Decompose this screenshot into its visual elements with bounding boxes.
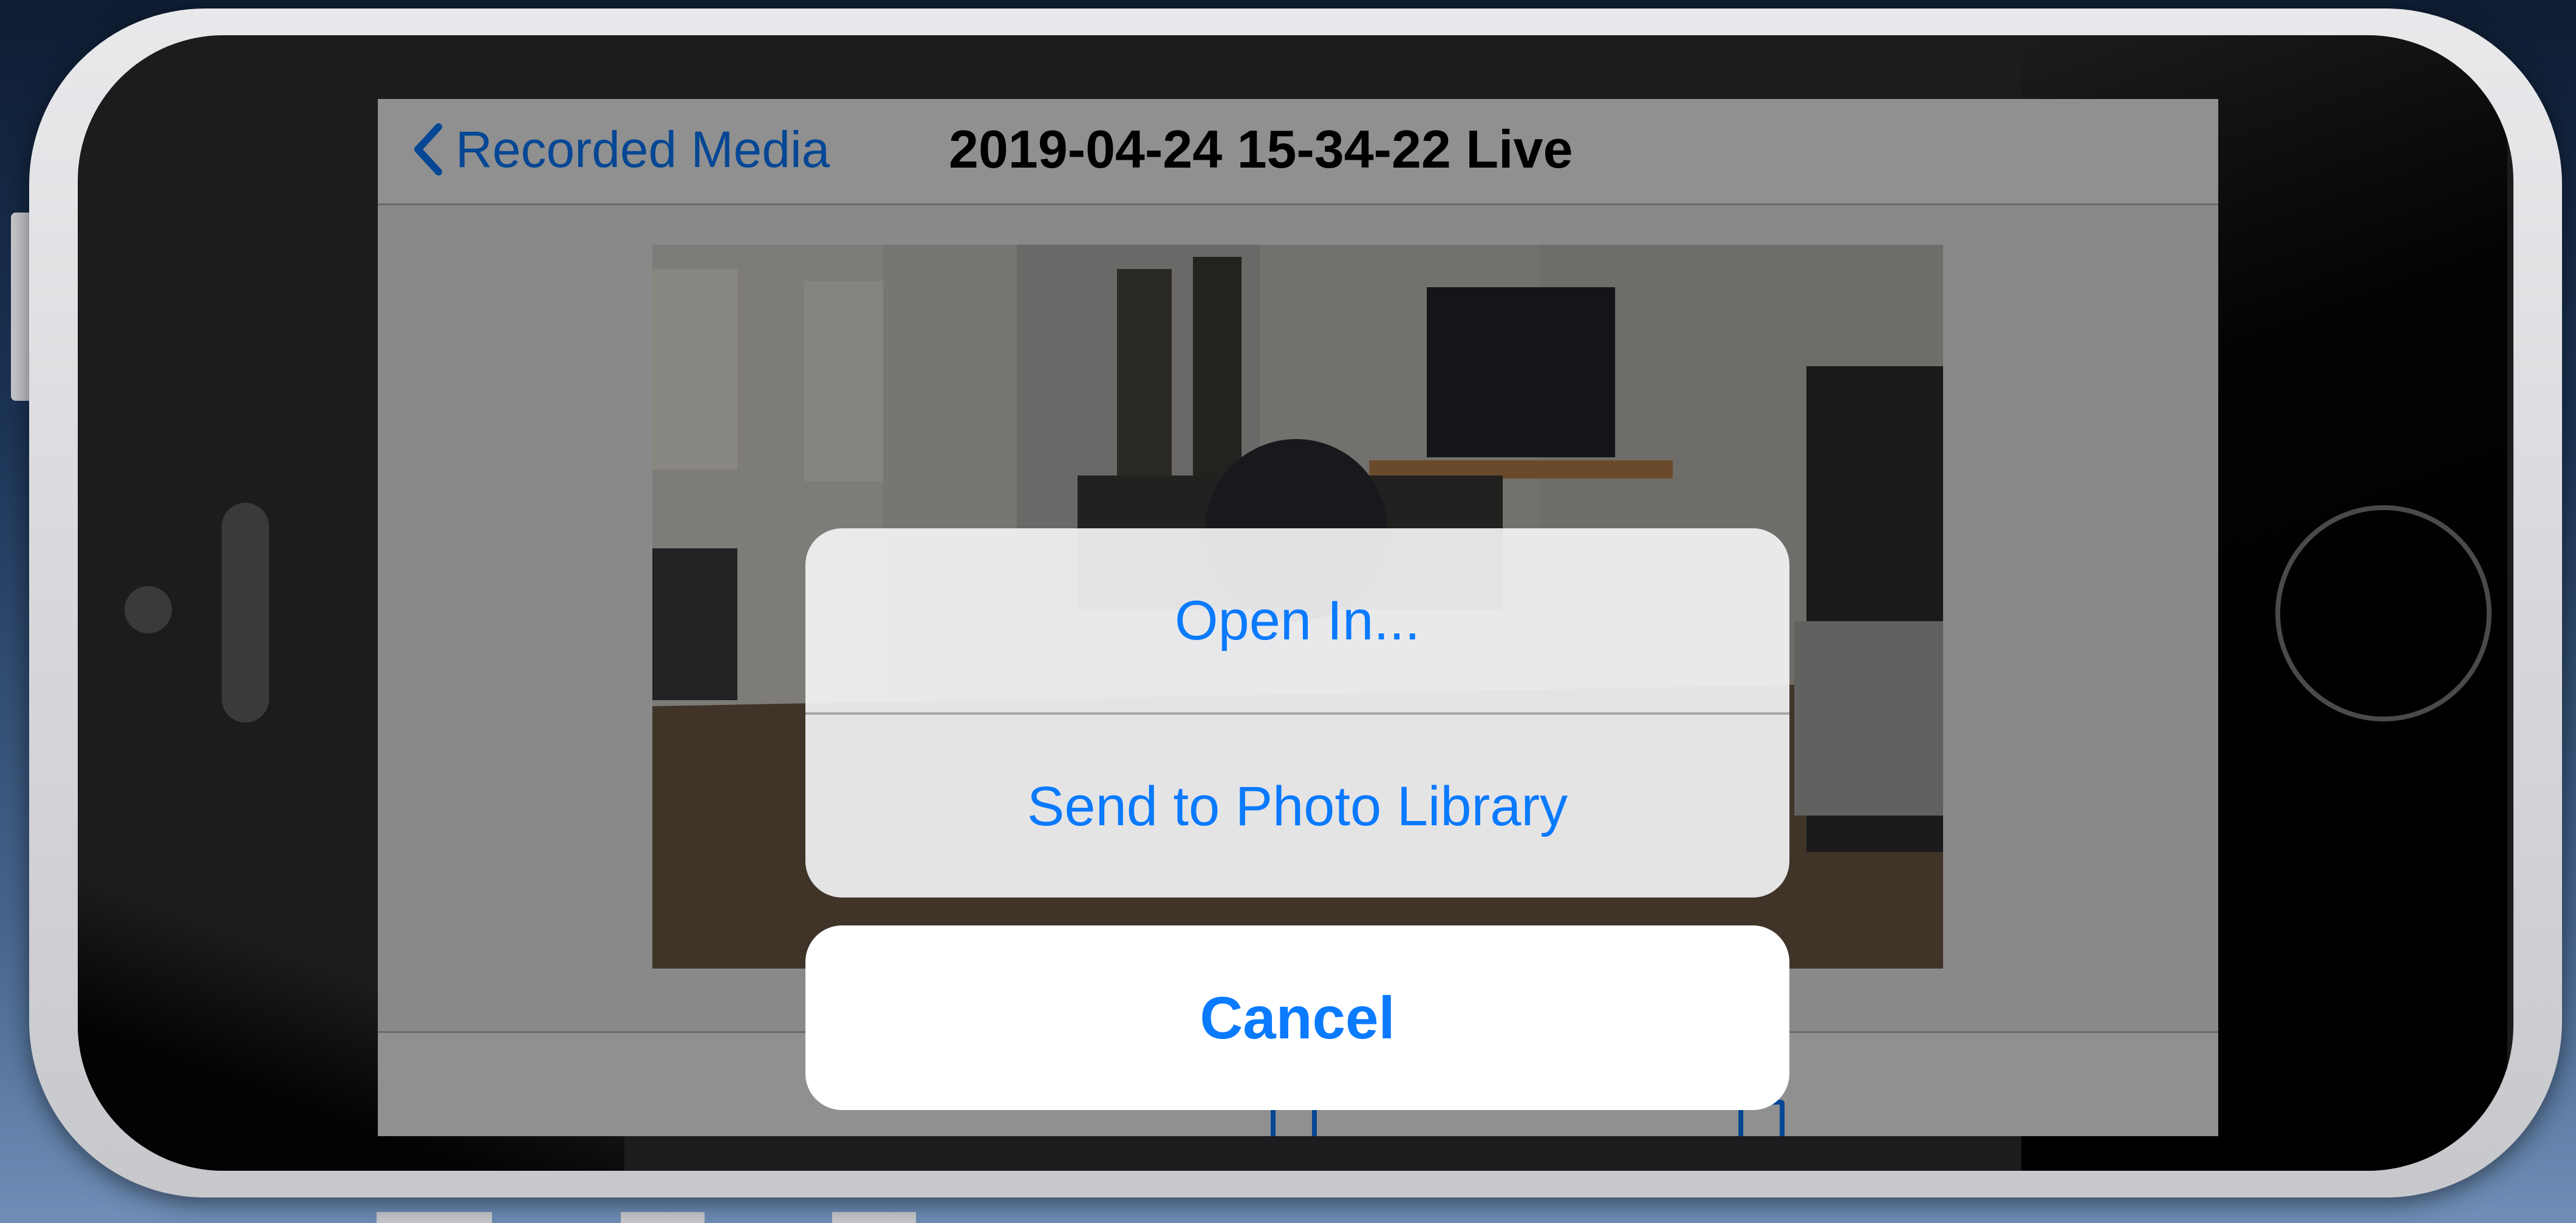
side-button: [377, 1212, 492, 1223]
send-to-photo-library-button[interactable]: Send to Photo Library: [805, 714, 1789, 898]
side-button: [832, 1212, 916, 1223]
action-sheet: Open In... Send to Photo Library: [805, 528, 1789, 898]
side-button: [621, 1212, 705, 1223]
open-in-button[interactable]: Open In...: [805, 528, 1789, 713]
home-button[interactable]: [2275, 505, 2492, 721]
front-camera: [125, 586, 172, 633]
cancel-button[interactable]: Cancel: [805, 925, 1789, 1110]
volume-button: [11, 213, 30, 401]
earpiece-speaker: [222, 503, 269, 723]
